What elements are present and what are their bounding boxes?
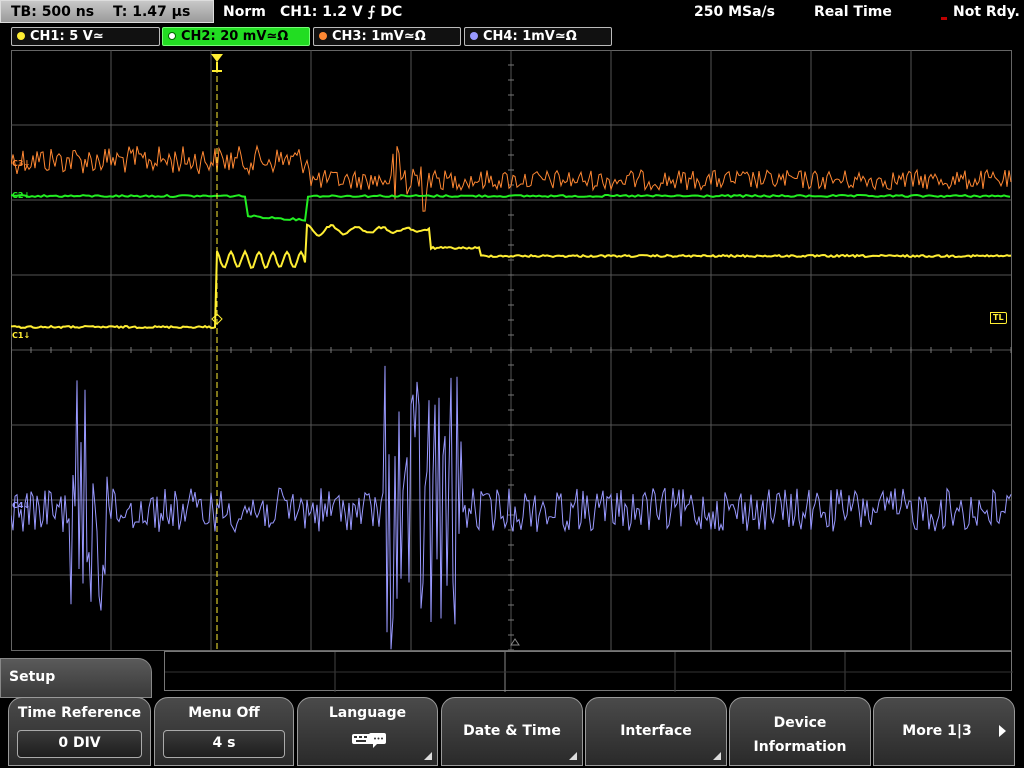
language-label: Language	[328, 705, 407, 721]
sub-display	[164, 651, 1013, 692]
menu-off-value: 4 s	[163, 730, 285, 758]
ch1-color-dot	[17, 32, 25, 40]
run-state: Not Rdy.	[953, 4, 1020, 20]
date-time-softkey[interactable]: Date & Time	[441, 697, 583, 766]
sub-display-grid	[165, 652, 1013, 692]
trigger-time-value: T: 1.47 µs	[112, 4, 191, 20]
device-information-label: Device Information	[753, 715, 847, 755]
tab-ch2[interactable]: CH2: 20 mV≃Ω	[162, 27, 310, 46]
sample-rate[interactable]: 250 MSa/s	[694, 0, 775, 24]
timebase-value: TB: 500 ns	[11, 4, 95, 20]
submenu-indicator-icon	[424, 752, 432, 760]
ch3-color-dot	[319, 32, 327, 40]
acquisition-mode[interactable]: Real Time	[814, 0, 892, 24]
status-bar: TB: 500 ns T: 1.47 µs Norm CH1: 1.2 V ⨍ …	[0, 0, 1024, 24]
trigger-mode[interactable]: Norm	[223, 0, 266, 24]
time-reference-value: 0 DIV	[17, 730, 142, 758]
submenu-indicator-icon	[569, 752, 577, 760]
tab-ch3[interactable]: CH3: 1mV≃Ω	[313, 27, 461, 46]
trigger-info[interactable]: CH1: 1.2 V ⨍ DC	[280, 0, 402, 24]
interface-label: Interface	[620, 723, 692, 739]
time-reference-softkey[interactable]: Time Reference 0 DIV	[8, 697, 151, 766]
run-state-indicator	[941, 17, 947, 20]
tab-ch4-label: CH4: 1mV≃Ω	[483, 29, 577, 44]
tab-ch4[interactable]: CH4: 1mV≃Ω	[464, 27, 612, 46]
menu-title: Setup	[0, 658, 152, 698]
ch4-color-dot	[470, 32, 478, 40]
tab-ch3-label: CH3: 1mV≃Ω	[332, 29, 426, 44]
tab-ch2-label: CH2: 20 mV≃Ω	[181, 29, 289, 44]
language-softkey[interactable]: Language	[297, 697, 438, 766]
date-time-label: Date & Time	[463, 723, 561, 739]
more-softkey[interactable]: More 1|3	[873, 697, 1015, 766]
trigger-level-marker[interactable]: TL	[990, 312, 1007, 324]
interface-softkey[interactable]: Interface	[585, 697, 727, 766]
ch3-offset-marker[interactable]: C3↓	[12, 159, 30, 169]
submenu-indicator-icon	[713, 752, 721, 760]
menu-off-label: Menu Off	[188, 705, 260, 721]
timebase-box[interactable]: TB: 500 ns T: 1.47 µs	[0, 0, 214, 23]
waveform-display[interactable]	[11, 50, 1012, 651]
ch2-offset-marker[interactable]: C2↓	[12, 191, 30, 201]
ch1-offset-marker[interactable]: C1↓	[12, 331, 30, 341]
device-information-softkey[interactable]: Device Information	[729, 697, 871, 766]
tab-ch1-label: CH1: 5 V≃	[30, 29, 104, 44]
time-reference-label: Time Reference	[17, 705, 142, 721]
menu-off-softkey[interactable]: Menu Off 4 s	[154, 697, 294, 766]
keyboard-icon	[352, 733, 386, 748]
more-label: More 1|3	[902, 723, 972, 739]
tab-ch1[interactable]: CH1: 5 V≃	[11, 27, 160, 46]
ch4-offset-marker[interactable]: C4↓	[12, 501, 30, 511]
ch2-color-dot	[168, 32, 176, 40]
right-arrow-icon	[999, 725, 1006, 737]
waveform-canvas	[11, 50, 1012, 651]
